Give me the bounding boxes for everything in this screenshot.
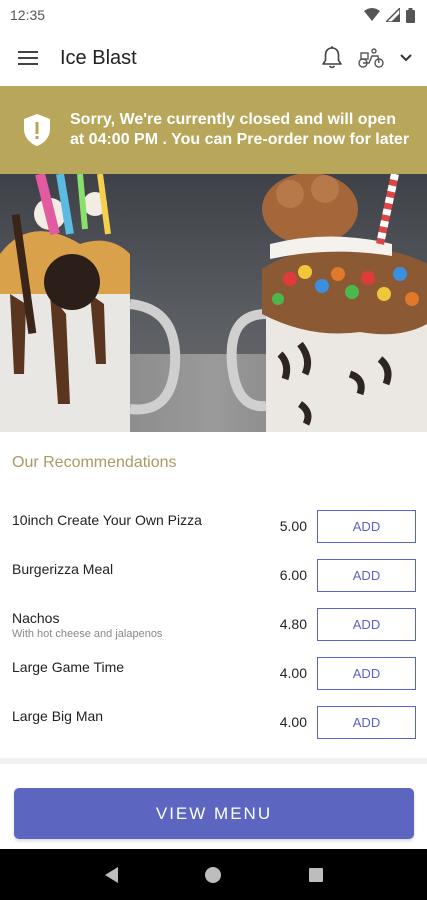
add-button[interactable]: ADD (317, 657, 416, 690)
item-price: 4.80 (279, 616, 307, 632)
list-item: Large Big Man 4.00 ADD (0, 702, 427, 751)
recommendations-section: Our Recommendations 10inch Create Your O… (0, 432, 427, 758)
app-bar: Ice Blast (0, 30, 427, 86)
item-name: 10inch Create Your Own Pizza (12, 512, 202, 528)
closed-message: Sorry, We're currently closed and will o… (70, 111, 410, 148)
signal-icon (386, 8, 400, 22)
item-price: 6.00 (279, 567, 307, 583)
status-icons (364, 7, 415, 23)
item-description: With hot cheese and jalapenos (12, 628, 163, 640)
shield-alert-icon (24, 114, 50, 146)
system-nav-bar (0, 849, 427, 900)
recommendations-title: Our Recommendations (12, 454, 177, 471)
list-item: Burgerizza Meal 6.00 ADD (0, 555, 427, 604)
item-price: 4.00 (279, 714, 307, 730)
page-title: Ice Blast (60, 46, 137, 69)
item-price: 5.00 (279, 518, 307, 534)
add-button[interactable]: ADD (317, 706, 416, 739)
menu-icon[interactable] (18, 46, 42, 70)
recents-icon[interactable] (296, 855, 336, 895)
battery-icon (406, 7, 415, 23)
item-price: 4.00 (279, 665, 307, 681)
add-button[interactable]: ADD (317, 559, 416, 592)
wifi-icon (364, 8, 380, 21)
hero-image (0, 174, 427, 432)
list-item: Large Game Time 4.00 ADD (0, 653, 427, 702)
delivery-scooter-icon[interactable] (357, 47, 385, 69)
closed-banner: Sorry, We're currently closed and will o… (0, 86, 427, 174)
view-menu-button[interactable]: VIEW MENU (14, 788, 414, 839)
add-button[interactable]: ADD (317, 608, 416, 641)
item-name: Large Big Man (12, 708, 104, 724)
list-item: Nachos With hot cheese and jalapenos 4.8… (0, 604, 427, 653)
item-name: Nachos (12, 610, 60, 626)
item-name: Burgerizza Meal (12, 561, 114, 577)
status-bar: 12:35 (0, 0, 427, 30)
bell-icon[interactable] (321, 46, 343, 70)
chevron-down-icon[interactable] (399, 53, 413, 63)
recommendations-list: 10inch Create Your Own Pizza 5.00 ADD Bu… (0, 506, 427, 751)
item-name: Large Game Time (12, 659, 125, 675)
back-icon[interactable] (91, 855, 131, 895)
section-divider (0, 758, 427, 764)
list-item: 10inch Create Your Own Pizza 5.00 ADD (0, 506, 427, 555)
app-bar-actions (321, 46, 413, 70)
status-time: 12:35 (10, 7, 46, 23)
home-icon[interactable] (193, 855, 233, 895)
add-button[interactable]: ADD (317, 510, 416, 543)
